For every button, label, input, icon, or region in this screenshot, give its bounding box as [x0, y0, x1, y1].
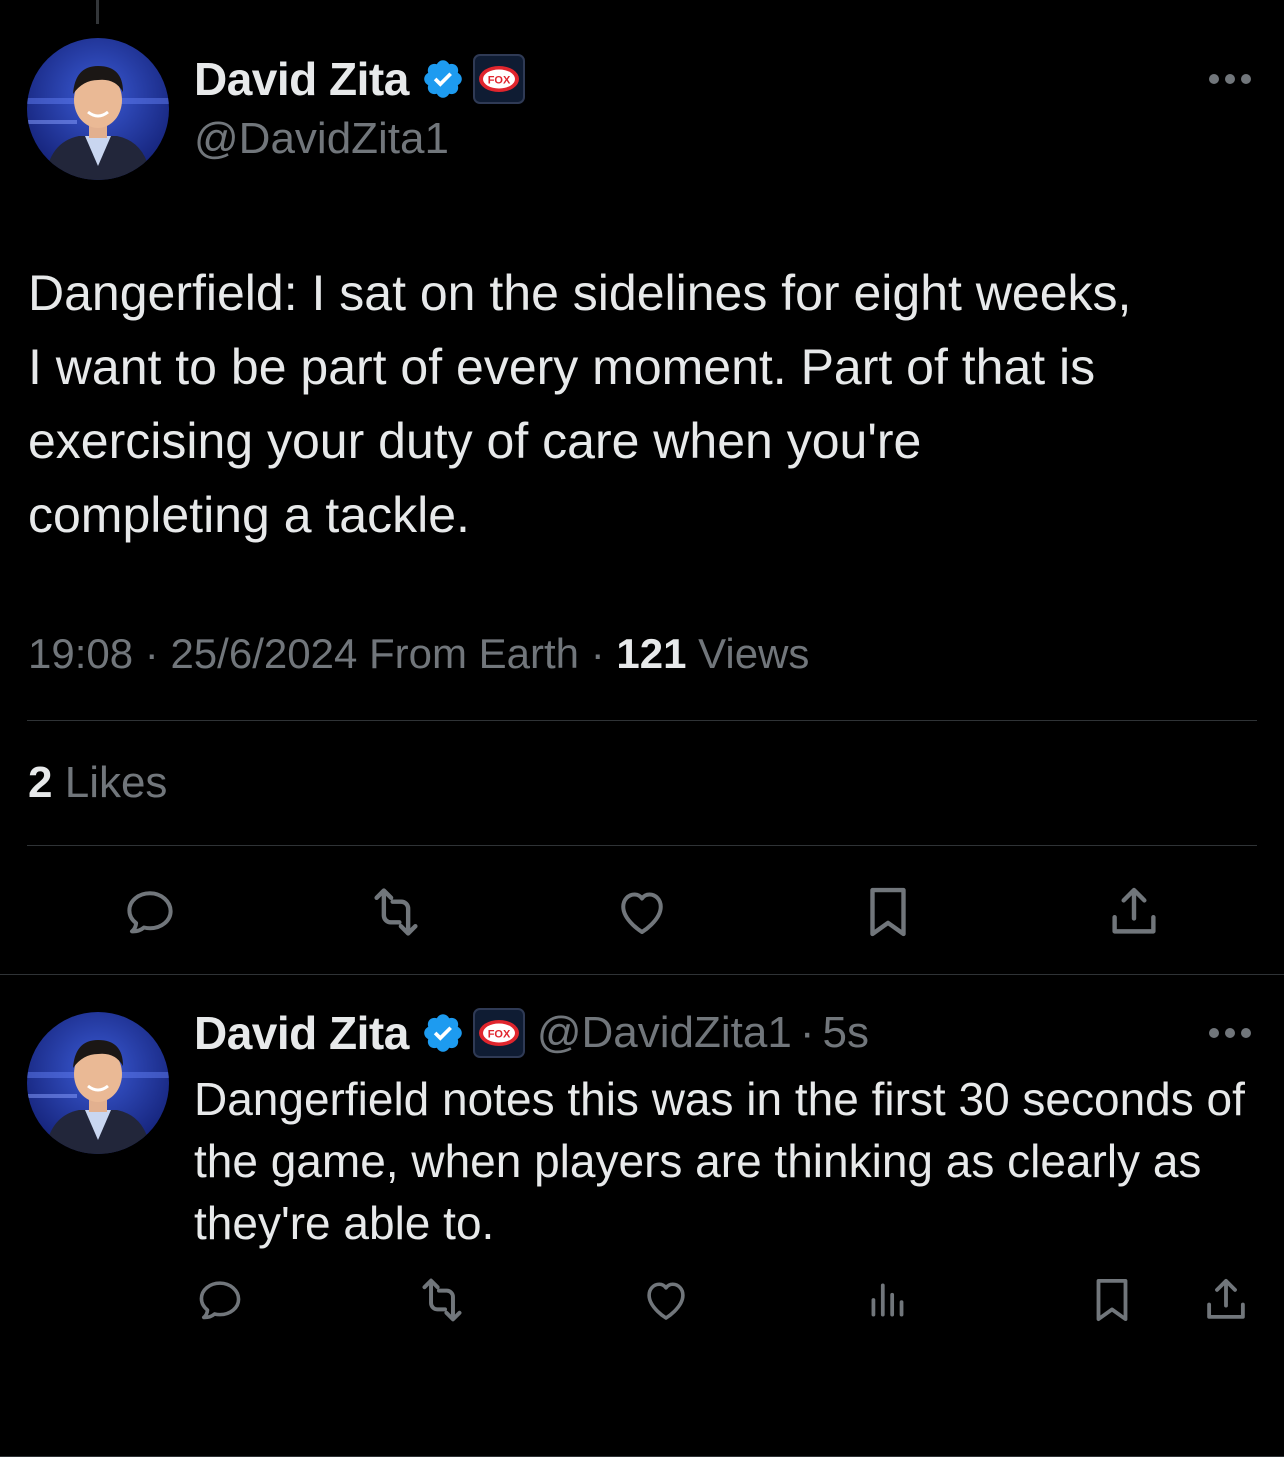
likes-label: Likes: [64, 758, 168, 807]
bookmark-button[interactable]: [856, 880, 920, 944]
retweet-icon: [422, 1278, 462, 1322]
likes-stat[interactable]: 2 Likes: [28, 758, 167, 808]
tweet-source: From Earth: [368, 630, 580, 677]
author-handle[interactable]: @DavidZita1: [194, 114, 449, 164]
retweet-icon: [374, 888, 418, 936]
verified-badge-icon[interactable]: [421, 57, 465, 101]
share-icon: [1112, 887, 1156, 934]
tweet-text-line: I want to be part of every moment. Part …: [28, 339, 1096, 395]
likes-count: 2: [28, 758, 53, 807]
tweet-text-line: exercising your duty of care when you're: [28, 413, 922, 469]
more-dots-icon[interactable]: [1208, 1026, 1252, 1038]
analytics-icon: [871, 1283, 904, 1317]
author-handle[interactable]: @DavidZita1: [537, 1008, 792, 1058]
bookmark-button[interactable]: [1084, 1272, 1140, 1328]
reply-tweet-text: Dangerfield notes this was in the first …: [194, 1073, 1245, 1249]
tweet-text-line: Dangerfield: I sat on the sidelines for …: [28, 265, 1132, 321]
fox-badge-icon[interactable]: FOX: [472, 1008, 525, 1058]
like-button[interactable]: [638, 1272, 694, 1328]
bookmark-icon: [870, 887, 906, 937]
tweet-age[interactable]: 5s: [822, 1008, 868, 1058]
fox-badge-text: FOX: [488, 75, 511, 87]
heart-icon: [647, 1282, 685, 1320]
retweet-button[interactable]: [414, 1272, 470, 1328]
author-name[interactable]: David Zita: [194, 52, 409, 106]
meta-separator: ·: [590, 630, 605, 677]
divider: [0, 974, 1284, 975]
avatar[interactable]: [27, 1012, 169, 1154]
heart-icon: [621, 892, 663, 934]
like-button[interactable]: [610, 880, 674, 944]
divider: [27, 720, 1257, 721]
avatar[interactable]: [27, 38, 169, 180]
reply-button[interactable]: [118, 880, 182, 944]
share-button[interactable]: [1102, 880, 1166, 944]
divider: [27, 845, 1257, 846]
thread-connector-line: [96, 0, 99, 24]
bookmark-icon: [1096, 1278, 1128, 1322]
fox-badge-text: FOX: [488, 1029, 511, 1041]
tweet-time[interactable]: 19:08: [28, 630, 133, 677]
author-row: David Zita FOX: [194, 52, 525, 106]
more-dots-icon[interactable]: [1208, 72, 1252, 84]
tweet-meta: 19:08 · 25/6/2024 From Earth · 121 Views: [28, 630, 809, 678]
comment-bubble-icon: [127, 891, 173, 934]
retweet-button[interactable]: [364, 880, 428, 944]
author-name[interactable]: David Zita: [194, 1006, 409, 1060]
comment-bubble-icon: [199, 1281, 241, 1320]
views-label[interactable]: Views: [698, 630, 809, 677]
meta-separator: ·: [144, 630, 159, 677]
tweet-text-line: completing a tackle.: [28, 487, 470, 543]
share-icon: [1207, 1278, 1245, 1319]
views-count[interactable]: 121: [616, 630, 686, 677]
author-row: David Zita FOX @DavidZita1 · 5s: [194, 1006, 869, 1060]
tweet-date[interactable]: 25/6/2024: [170, 630, 357, 677]
meta-separator: ·: [799, 1008, 815, 1057]
views-button[interactable]: [860, 1272, 916, 1328]
verified-badge-icon[interactable]: [421, 1011, 465, 1055]
tweet-text: Dangerfield: I sat on the sidelines for …: [28, 256, 1131, 552]
fox-badge-icon[interactable]: FOX: [472, 54, 525, 104]
reply-button[interactable]: [192, 1272, 248, 1328]
share-button[interactable]: [1198, 1272, 1254, 1328]
